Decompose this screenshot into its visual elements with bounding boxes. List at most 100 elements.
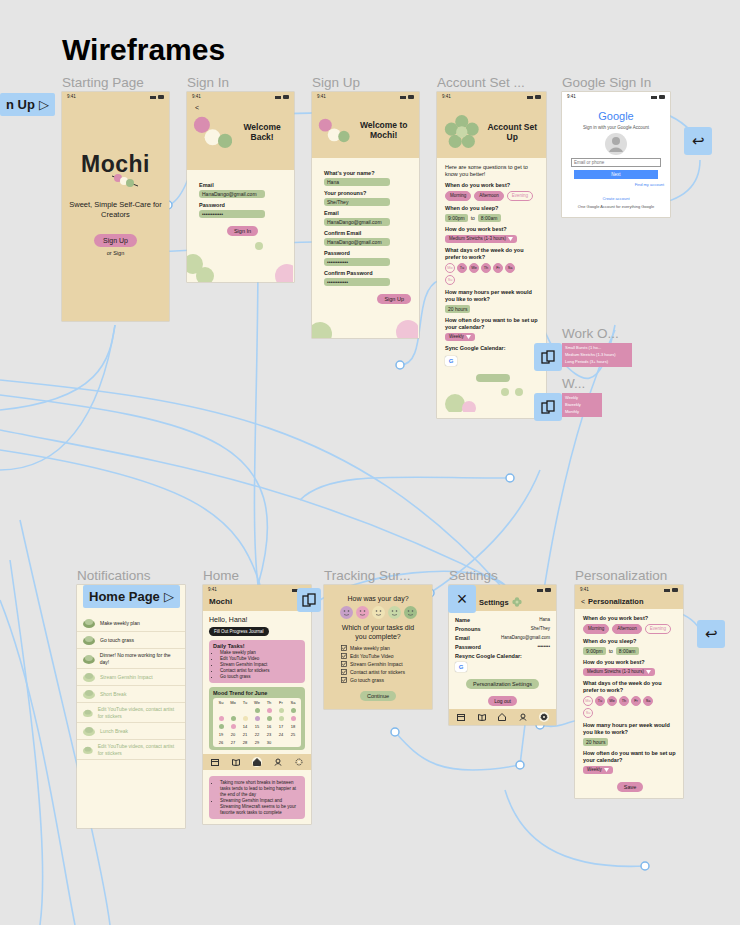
day-toggle[interactable]: Tu bbox=[457, 263, 467, 273]
calendar-day[interactable] bbox=[263, 715, 275, 721]
field-input[interactable]: She/They bbox=[324, 198, 390, 206]
google-sync-button[interactable]: G bbox=[455, 662, 467, 672]
notification-item[interactable]: Short Break bbox=[77, 686, 185, 703]
frame-label[interactable]: Sign In bbox=[187, 73, 294, 92]
dropdown-option[interactable]: Monthly bbox=[565, 409, 599, 415]
connection-handle[interactable] bbox=[641, 862, 649, 870]
connection-handle[interactable] bbox=[506, 474, 514, 482]
dropdown-options-frame[interactable]: Small Bursts (1 ho...Medium Stretchs (1-… bbox=[562, 343, 632, 367]
nav-item[interactable] bbox=[497, 712, 507, 722]
field-input[interactable]: HanaDango@gmail.com bbox=[324, 238, 390, 246]
dropdown-options-frame[interactable]: WeeklyBiweeklyMonthly bbox=[562, 393, 602, 417]
field-input[interactable]: •••••••••••• bbox=[199, 210, 265, 218]
starting-page-frame[interactable]: 9:41MochiSweet, Simple Self-Care for Cre… bbox=[62, 92, 169, 321]
mood-face-icon[interactable] bbox=[340, 606, 353, 619]
setting-row[interactable]: PronounsShe/They bbox=[455, 626, 550, 632]
dropdown-option[interactable]: Medium Stretchs (1-3 hours) bbox=[565, 352, 629, 358]
dropdown-option[interactable]: Long Periods (3+ hours) bbox=[565, 359, 629, 365]
calendar-day[interactable]: 25 bbox=[287, 731, 299, 737]
field-input[interactable]: •••••••••••• bbox=[324, 258, 390, 266]
sign-in-frame[interactable]: 9:41<Welcome Back!EmailHanaDango@gmail.c… bbox=[187, 92, 294, 282]
google-sign-in-frame[interactable]: 9:41GoogleSign in with your Google Accou… bbox=[562, 92, 670, 217]
frame-label[interactable]: Sign Up bbox=[312, 73, 419, 92]
field-input[interactable]: HanaDango@gmail.com bbox=[324, 218, 390, 226]
time-input[interactable]: 8:00am bbox=[478, 214, 501, 222]
dropdown-option[interactable]: Small Bursts (1 ho... bbox=[565, 345, 629, 351]
hours-input[interactable]: 20 hours bbox=[583, 738, 608, 746]
time-chip[interactable]: Afternoon bbox=[474, 191, 504, 201]
day-toggle[interactable]: Th bbox=[619, 696, 629, 706]
hours-input[interactable]: 20 hours bbox=[445, 305, 470, 313]
calendar-day[interactable] bbox=[287, 707, 299, 713]
sign-in-link[interactable]: or Sign bbox=[107, 250, 124, 256]
calendar-day[interactable] bbox=[215, 723, 227, 729]
flow-start-badge[interactable]: n Up▷ bbox=[0, 93, 55, 116]
day-toggle[interactable]: Mo bbox=[583, 696, 593, 706]
calendar-day[interactable] bbox=[227, 723, 239, 729]
time-chip[interactable]: Evening bbox=[645, 624, 671, 634]
calendar-day[interactable]: 15 bbox=[251, 723, 263, 729]
mood-face-icon[interactable] bbox=[388, 606, 401, 619]
time-input[interactable]: 9:00pm bbox=[583, 647, 606, 655]
time-chip[interactable]: Evening bbox=[507, 191, 533, 201]
time-chip[interactable]: Morning bbox=[583, 624, 609, 634]
field-input[interactable]: Hana bbox=[324, 178, 390, 186]
dropdown-option[interactable]: Biweekly bbox=[565, 402, 599, 408]
frame-label[interactable]: Settings bbox=[449, 566, 556, 585]
frame-label[interactable]: Account Set ... bbox=[437, 73, 546, 92]
home-frame[interactable]: 9:41MochiHello, Hana!Fill Out Progress J… bbox=[203, 585, 311, 824]
connection-handle[interactable] bbox=[516, 761, 524, 769]
notification-item[interactable]: Stream Genshin Impact bbox=[77, 669, 185, 686]
task-checkbox-row[interactable]: Go touch grass bbox=[341, 677, 405, 683]
day-toggle[interactable]: Sa bbox=[643, 696, 653, 706]
calendar-day[interactable]: 29 bbox=[251, 739, 263, 745]
calendar-day[interactable] bbox=[263, 707, 275, 713]
back-action-button[interactable]: ↩ bbox=[684, 127, 712, 155]
task-checkbox-row[interactable]: Contact artist for stickers bbox=[341, 669, 405, 675]
mood-face-icon[interactable] bbox=[404, 606, 417, 619]
calendar-day[interactable] bbox=[275, 707, 287, 713]
frame-label[interactable]: Home bbox=[203, 566, 311, 585]
calendar-day[interactable]: 28 bbox=[239, 739, 251, 745]
calendar-day[interactable]: 27 bbox=[227, 739, 239, 745]
day-toggle[interactable]: Fr bbox=[631, 696, 641, 706]
continue-button[interactable] bbox=[476, 374, 510, 382]
frame-label[interactable]: W... bbox=[562, 374, 602, 393]
nav-item[interactable] bbox=[294, 757, 304, 767]
nav-item[interactable] bbox=[231, 757, 241, 767]
calendar-day[interactable]: 21 bbox=[239, 731, 251, 737]
calendar-day[interactable] bbox=[251, 715, 263, 721]
time-chip[interactable]: Morning bbox=[445, 191, 471, 201]
calendar-day[interactable] bbox=[215, 715, 227, 721]
calendar-day[interactable]: 30 bbox=[263, 739, 275, 745]
log-out-button[interactable]: Log out bbox=[488, 696, 517, 706]
sign-in-button[interactable]: Sign In bbox=[227, 226, 258, 236]
task-checkbox-row[interactable]: Make weekly plan bbox=[341, 645, 405, 651]
close-overlay-button[interactable]: × bbox=[448, 585, 476, 613]
personalization-button[interactable]: Personalization Settings bbox=[466, 679, 539, 689]
day-toggle[interactable]: Tu bbox=[595, 696, 605, 706]
calendar-day[interactable] bbox=[251, 707, 263, 713]
back-button[interactable]: < bbox=[581, 598, 585, 605]
task-checkbox-row[interactable]: Edit YouTube Video bbox=[341, 653, 405, 659]
nav-item[interactable] bbox=[518, 712, 528, 722]
frame-label[interactable]: Work O... bbox=[562, 324, 632, 343]
sign-up-frame[interactable]: 9:41Welcome to Mochi!What's your name?Ha… bbox=[312, 92, 419, 338]
journal-button[interactable]: Fill Out Progress Journal bbox=[209, 627, 269, 636]
time-input[interactable]: 9:00pm bbox=[445, 214, 468, 222]
time-input[interactable]: 8:00am bbox=[616, 647, 639, 655]
setting-row[interactable]: NameHana bbox=[455, 617, 550, 623]
nav-item[interactable] bbox=[539, 712, 549, 722]
calendar-day[interactable]: 20 bbox=[227, 731, 239, 737]
day-toggle[interactable]: Th bbox=[481, 263, 491, 273]
frame-label[interactable]: Starting Page bbox=[62, 73, 169, 92]
notifications-frame[interactable]: Make weekly planGo touch grassDinner! No… bbox=[77, 585, 185, 828]
back-button[interactable]: < bbox=[195, 104, 199, 111]
flow-start-badge[interactable]: Home Page▷ bbox=[83, 585, 180, 608]
calendar-day[interactable]: 24 bbox=[275, 731, 287, 737]
dropdown[interactable]: Weekly bbox=[583, 766, 613, 774]
nav-item[interactable] bbox=[477, 712, 487, 722]
calendar-day[interactable]: 26 bbox=[215, 739, 227, 745]
nav-item[interactable] bbox=[210, 757, 220, 767]
frame-label[interactable]: Google Sign In bbox=[562, 73, 670, 92]
